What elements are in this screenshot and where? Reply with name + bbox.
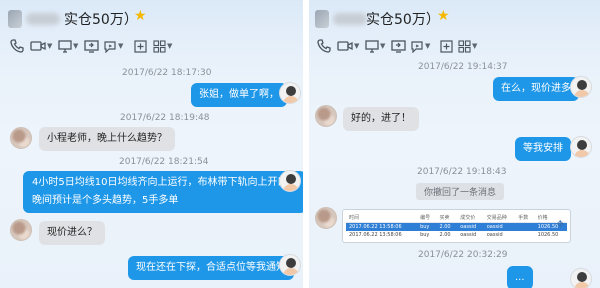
chat-window-left: 实仓50万） ★ ▼ ▼ ▼ ▼ 2017/6/22 18:17:30 张姐，做… (0, 0, 303, 288)
remote-assist-icon[interactable] (391, 38, 406, 54)
avatar[interactable] (279, 170, 301, 192)
message-line: 4小时5日均线10日均线齐向上运行，布林带下轨向上开口， (32, 177, 298, 188)
remote-assist-icon[interactable] (84, 38, 99, 54)
table-cell: oassid (483, 222, 516, 231)
message-bubble-received[interactable]: 小程老师，晚上什么趋势？ (39, 127, 175, 151)
contact-avatar[interactable] (315, 10, 329, 28)
phone-icon[interactable] (10, 38, 24, 54)
apps-icon[interactable]: ▼ (458, 38, 477, 54)
message-bubble-received[interactable]: 好的，进了！ (343, 107, 419, 131)
table-cell: 1026.50 (537, 232, 559, 238)
timestamp: 2017/6/22 18:19:48 (120, 113, 210, 123)
timestamp: 2017/6/22 18:17:30 (122, 68, 212, 78)
chat-title[interactable]: 实仓50万） (366, 9, 440, 29)
image-attachment[interactable]: 时间 编号 买卖 成交价 交易品种 手数 价格 2017.06.22 13:58… (342, 209, 571, 243)
table-cell (515, 231, 534, 239)
message-bubble-sent[interactable]: 等我安排 (515, 137, 571, 161)
title-bar: 实仓50万） ★ (0, 8, 303, 30)
timestamp: 2017/6/22 18:21:54 (119, 157, 209, 167)
avatar[interactable] (10, 127, 32, 149)
video-icon[interactable]: ▼ (30, 38, 52, 54)
add-icon[interactable] (440, 38, 453, 54)
table-row: 2017.06.22 13:58:06 buy 2.00 oassid oass… (346, 222, 567, 231)
blurred-contact-name (26, 13, 60, 25)
avatar[interactable] (279, 82, 301, 104)
screen-share-icon[interactable]: ▼ (58, 38, 78, 54)
message-icon[interactable]: ▼ (103, 38, 123, 54)
table-header: 编号 (417, 213, 437, 223)
trade-table: 时间 编号 买卖 成交价 交易品种 手数 价格 2017.06.22 13:58… (346, 213, 567, 239)
table-cell: buy (420, 232, 430, 238)
avatar[interactable] (570, 76, 592, 98)
message-bubble-sent[interactable]: 现在还在下探，合适点位等我通知 (128, 256, 294, 280)
recall-notice: 你撤回了一条消息 (416, 183, 505, 200)
avatar[interactable] (315, 207, 337, 229)
table-cell: 2.00 (439, 232, 451, 238)
table-cell: oassid (486, 232, 503, 238)
table-cell: 2017.06.22 13:58:06 (349, 232, 402, 238)
avatar[interactable] (279, 254, 301, 276)
screen-share-icon[interactable]: ▼ (365, 38, 385, 54)
table-cell: oassid (460, 232, 477, 238)
title-bar: 实仓50万） ★ (309, 8, 600, 30)
chat-toolbar: ▼ ▼ ▼ ▼ (0, 38, 303, 56)
table-header: 成交价 (457, 213, 484, 223)
chat-toolbar: ▼ ▼ ▼ ▼ (309, 38, 600, 56)
contact-avatar[interactable] (8, 10, 22, 28)
blurred-contact-name (333, 13, 367, 25)
table-header: 手数 (515, 213, 535, 223)
message-bubble-sent[interactable]: 4小时5日均线10日均线齐向上运行，布林带下轨向上开口， 晚间预计是个多头趋势，… (23, 171, 303, 213)
message-bubble-sent[interactable]: ... (507, 266, 533, 288)
phone-icon[interactable] (317, 38, 331, 54)
message-line: 晚间预计是个多头趋势，5手多单 (32, 195, 179, 206)
add-icon[interactable] (134, 38, 147, 54)
table-header: 时间 (346, 213, 418, 223)
table-cell: buy (417, 222, 437, 231)
message-bubble-received[interactable]: 现价进么？ (39, 221, 105, 245)
message-bubble-sent[interactable]: 在么，现价进多 (493, 77, 579, 101)
message-bubble-sent[interactable]: 张姐，做单了啊， (191, 83, 287, 107)
table-cell: oassid (457, 222, 484, 231)
message-icon[interactable]: ▼ (410, 38, 430, 54)
video-icon[interactable]: ▼ (337, 38, 359, 54)
table-header: 交易品种 (483, 213, 516, 223)
timestamp: 2017/6/22 19:14:37 (418, 62, 508, 72)
table-cell (515, 222, 535, 231)
apps-icon[interactable]: ▼ (153, 38, 172, 54)
cursor-icon: ✥ (556, 220, 564, 230)
avatar[interactable] (315, 105, 337, 127)
table-row: 2017.06.22 13:58:06 buy 2.00 oassid oass… (346, 231, 567, 239)
table-cell: 2017.06.22 13:58:06 (346, 222, 418, 231)
table-header: 买卖 (436, 213, 458, 223)
chat-title[interactable]: 实仓50万） (64, 9, 138, 29)
avatar[interactable] (570, 268, 592, 288)
avatar[interactable] (570, 136, 592, 158)
timestamp: 2017/6/22 19:18:43 (417, 167, 507, 177)
timestamp: 2017/6/22 20:32:29 (418, 250, 508, 260)
star-icon[interactable]: ★ (134, 8, 147, 24)
star-icon[interactable]: ★ (437, 8, 450, 24)
table-cell: 2.00 (436, 222, 458, 231)
chat-window-right: 实仓50万） ★ ▼ ▼ ▼ ▼ 2017/6/22 19:14:37 在么，现… (309, 0, 600, 288)
avatar[interactable] (10, 219, 32, 241)
